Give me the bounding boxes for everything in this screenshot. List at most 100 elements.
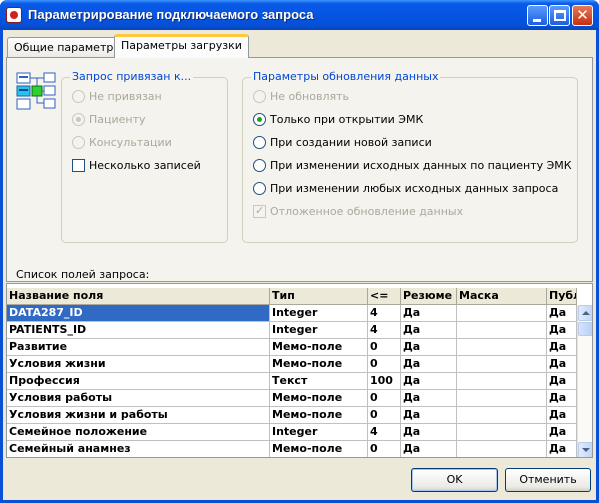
field-type-cell[interactable]: Мемо-поле bbox=[270, 339, 368, 356]
field-summary-cell[interactable]: Да bbox=[401, 305, 457, 322]
field-name-cell[interactable]: Развитие bbox=[7, 339, 270, 356]
field-size-cell[interactable]: 4 bbox=[368, 305, 401, 322]
field-size-cell[interactable]: 0 bbox=[368, 356, 401, 373]
checkbox-label: Несколько записей bbox=[89, 159, 201, 172]
bind-group: Запрос привязан к... Не привязан Пациент… bbox=[61, 70, 228, 243]
radio-button[interactable] bbox=[72, 90, 85, 103]
field-mask-cell[interactable] bbox=[457, 441, 547, 457]
field-type-cell[interactable]: Мемо-поле bbox=[270, 356, 368, 373]
field-type-cell[interactable]: Integer bbox=[270, 305, 368, 322]
field-type-cell[interactable]: Integer bbox=[270, 322, 368, 339]
dialog-client: Общие параметры Параметры загрузки Запро… bbox=[3, 30, 596, 500]
table-row[interactable]: Условия работы Мемо-поле 0 Да Да bbox=[7, 390, 577, 407]
fields-grid[interactable]: Название поля Тип <= Резюме Маска Публ D… bbox=[6, 283, 593, 458]
checkbox[interactable] bbox=[253, 204, 266, 218]
radio-button[interactable] bbox=[72, 136, 85, 149]
radio-button[interactable] bbox=[253, 159, 266, 172]
field-mask-cell[interactable] bbox=[457, 390, 547, 407]
field-name-cell[interactable]: DATA287_ID bbox=[7, 305, 270, 322]
field-size-cell[interactable]: 4 bbox=[368, 322, 401, 339]
field-name-cell[interactable]: Семейное положение bbox=[7, 424, 270, 441]
table-row[interactable]: Условия жизни Мемо-поле 0 Да Да bbox=[7, 356, 577, 373]
field-public-cell[interactable]: Да bbox=[547, 339, 577, 356]
field-mask-cell[interactable] bbox=[457, 356, 547, 373]
field-mask-cell[interactable] bbox=[457, 322, 547, 339]
field-public-cell[interactable]: Да bbox=[547, 356, 577, 373]
field-public-cell[interactable]: Да bbox=[547, 424, 577, 441]
field-size-cell[interactable]: 4 bbox=[368, 424, 401, 441]
radio-button[interactable] bbox=[253, 136, 266, 149]
field-summary-cell[interactable]: Да bbox=[401, 441, 457, 457]
column-header-mask[interactable]: Маска bbox=[457, 288, 547, 305]
column-header-type[interactable]: Тип bbox=[270, 288, 368, 305]
field-name-cell[interactable]: Профессия bbox=[7, 373, 270, 390]
field-summary-cell[interactable]: Да bbox=[401, 407, 457, 424]
radio-label: Не привязан bbox=[89, 90, 162, 103]
scroll-up-button[interactable] bbox=[578, 305, 592, 321]
scroll-down-button[interactable] bbox=[578, 442, 592, 457]
column-header-public[interactable]: Публ bbox=[547, 288, 577, 305]
title-bar[interactable]: Параметрирование подключаемого запроса ✕ bbox=[0, 0, 599, 30]
field-size-cell[interactable]: 0 bbox=[368, 390, 401, 407]
field-public-cell[interactable]: Да bbox=[547, 390, 577, 407]
tab-load-params[interactable]: Параметры загрузки bbox=[114, 34, 249, 58]
field-mask-cell[interactable] bbox=[457, 339, 547, 356]
vertical-scrollbar[interactable] bbox=[577, 305, 592, 457]
radio-button[interactable] bbox=[253, 90, 266, 103]
field-size-cell[interactable]: 0 bbox=[368, 441, 401, 457]
field-type-cell[interactable]: Integer bbox=[270, 424, 368, 441]
field-summary-cell[interactable]: Да bbox=[401, 390, 457, 407]
field-summary-cell[interactable]: Да bbox=[401, 322, 457, 339]
field-summary-cell[interactable]: Да bbox=[401, 373, 457, 390]
column-header-name[interactable]: Название поля bbox=[7, 288, 270, 305]
field-mask-cell[interactable] bbox=[457, 373, 547, 390]
table-row[interactable]: PATIENTS_ID Integer 4 Да Да bbox=[7, 322, 577, 339]
radio-button[interactable] bbox=[253, 113, 266, 126]
field-type-cell[interactable]: Мемо-поле bbox=[270, 390, 368, 407]
field-name-cell[interactable]: Условия жизни и работы bbox=[7, 407, 270, 424]
table-row[interactable]: Семейное положение Integer 4 Да Да bbox=[7, 424, 577, 441]
field-summary-cell[interactable]: Да bbox=[401, 356, 457, 373]
field-name-cell[interactable]: PATIENTS_ID bbox=[7, 322, 270, 339]
table-row[interactable]: Профессия Текст 100 Да Да bbox=[7, 373, 577, 390]
close-button[interactable]: ✕ bbox=[572, 5, 593, 26]
ok-button[interactable]: OK bbox=[411, 468, 498, 492]
radio-button[interactable] bbox=[72, 113, 85, 126]
radio-button[interactable] bbox=[253, 182, 266, 195]
field-type-cell[interactable]: Текст bbox=[270, 373, 368, 390]
minimize-button[interactable] bbox=[527, 5, 548, 26]
field-size-cell[interactable]: 0 bbox=[368, 407, 401, 424]
scroll-thumb[interactable] bbox=[578, 322, 592, 336]
field-type-cell[interactable]: Мемо-поле bbox=[270, 441, 368, 457]
arrow-up-icon bbox=[582, 311, 590, 315]
radio-label: При изменении любых исходных данных запр… bbox=[270, 182, 559, 195]
tab-general-params[interactable]: Общие параметры bbox=[7, 37, 130, 57]
checkbox-label: Отложенное обновление данных bbox=[270, 205, 464, 218]
field-public-cell[interactable]: Да bbox=[547, 322, 577, 339]
field-size-cell[interactable]: 0 bbox=[368, 339, 401, 356]
column-header-size[interactable]: <= bbox=[368, 288, 401, 305]
field-mask-cell[interactable] bbox=[457, 305, 547, 322]
field-type-cell[interactable]: Мемо-поле bbox=[270, 407, 368, 424]
field-name-cell[interactable]: Условия работы bbox=[7, 390, 270, 407]
table-row[interactable]: DATA287_ID Integer 4 Да Да bbox=[7, 305, 577, 322]
field-summary-cell[interactable]: Да bbox=[401, 339, 457, 356]
field-mask-cell[interactable] bbox=[457, 424, 547, 441]
field-name-cell[interactable]: Условия жизни bbox=[7, 356, 270, 373]
field-mask-cell[interactable] bbox=[457, 407, 547, 424]
maximize-button[interactable] bbox=[549, 5, 570, 26]
checkbox[interactable] bbox=[72, 159, 85, 172]
column-header-summary[interactable]: Резюме bbox=[401, 288, 457, 305]
table-row[interactable]: Развитие Мемо-поле 0 Да Да bbox=[7, 339, 577, 356]
app-icon bbox=[6, 7, 22, 23]
field-size-cell[interactable]: 100 bbox=[368, 373, 401, 390]
field-name-cell[interactable]: Семейный анамнез bbox=[7, 441, 270, 457]
table-row[interactable]: Условия жизни и работы Мемо-поле 0 Да Да bbox=[7, 407, 577, 424]
field-summary-cell[interactable]: Да bbox=[401, 424, 457, 441]
field-public-cell[interactable]: Да bbox=[547, 441, 577, 457]
field-public-cell[interactable]: Да bbox=[547, 407, 577, 424]
field-public-cell[interactable]: Да bbox=[547, 305, 577, 322]
cancel-button[interactable]: Отменить bbox=[505, 468, 591, 492]
table-row[interactable]: Семейный анамнез Мемо-поле 0 Да Да bbox=[7, 441, 577, 457]
field-public-cell[interactable]: Да bbox=[547, 373, 577, 390]
